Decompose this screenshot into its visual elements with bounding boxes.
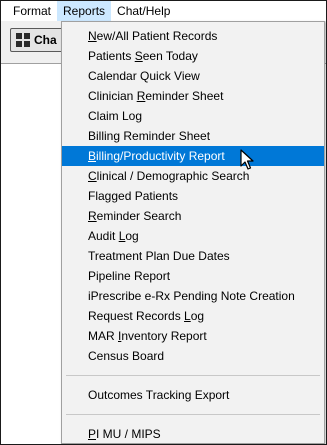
menu-item-billing-productivity-report[interactable]: Billing/Productivity Report	[62, 146, 324, 166]
menu-item-outcomes-tracking-export[interactable]: Outcomes Tracking Export	[62, 385, 324, 405]
menu-item-request-records-log[interactable]: Request Records Log	[62, 306, 324, 326]
menu-item-clinical-demographic-search[interactable]: Clinical / Demographic Search	[62, 166, 324, 186]
arrow-cursor-icon	[240, 149, 254, 170]
menu-item-claim-log[interactable]: Claim Log	[62, 106, 324, 126]
menu-item-patients-seen-today[interactable]: Patients Seen Today	[62, 46, 324, 66]
app-window: Format Reports Chat/Help Cha New/All Pat…	[0, 0, 327, 445]
menu-bar: Format Reports Chat/Help	[1, 1, 326, 21]
chart-button-label: Cha	[34, 33, 57, 47]
menu-item-treatment-plan-due-dates[interactable]: Treatment Plan Due Dates	[62, 246, 324, 266]
reports-dropdown-menu: New/All Patient Records Patients Seen To…	[61, 21, 325, 444]
menu-item-census-board[interactable]: Census Board	[62, 346, 324, 366]
menu-item-new-all-patient-records[interactable]: New/All Patient Records	[62, 26, 324, 46]
menu-chat-help[interactable]: Chat/Help	[111, 1, 176, 21]
menu-item-clinician-reminder-sheet[interactable]: Clinician Reminder Sheet	[62, 86, 324, 106]
menu-item-billing-reminder-sheet[interactable]: Billing Reminder Sheet	[62, 126, 324, 146]
menu-reports[interactable]: Reports	[57, 1, 112, 21]
menu-item-iprescribe-pending-note[interactable]: iPrescribe e-Rx Pending Note Creation	[62, 286, 324, 306]
menu-item-pipeline-report[interactable]: Pipeline Report	[62, 266, 324, 286]
menu-item-pi-mu-mips[interactable]: PI MU / MIPS	[62, 424, 324, 444]
menu-separator	[66, 414, 320, 415]
menu-separator	[66, 375, 320, 376]
menu-item-audit-log[interactable]: Audit Log	[62, 226, 324, 246]
menu-item-calendar-quick-view[interactable]: Calendar Quick View	[62, 66, 324, 86]
menu-item-flagged-patients[interactable]: Flagged Patients	[62, 186, 324, 206]
menu-format[interactable]: Format	[1, 1, 57, 21]
grid-icon	[16, 33, 30, 47]
menu-item-mar-inventory-report[interactable]: MAR Inventory Report	[62, 326, 324, 346]
menu-item-reminder-search[interactable]: Reminder Search	[62, 206, 324, 226]
